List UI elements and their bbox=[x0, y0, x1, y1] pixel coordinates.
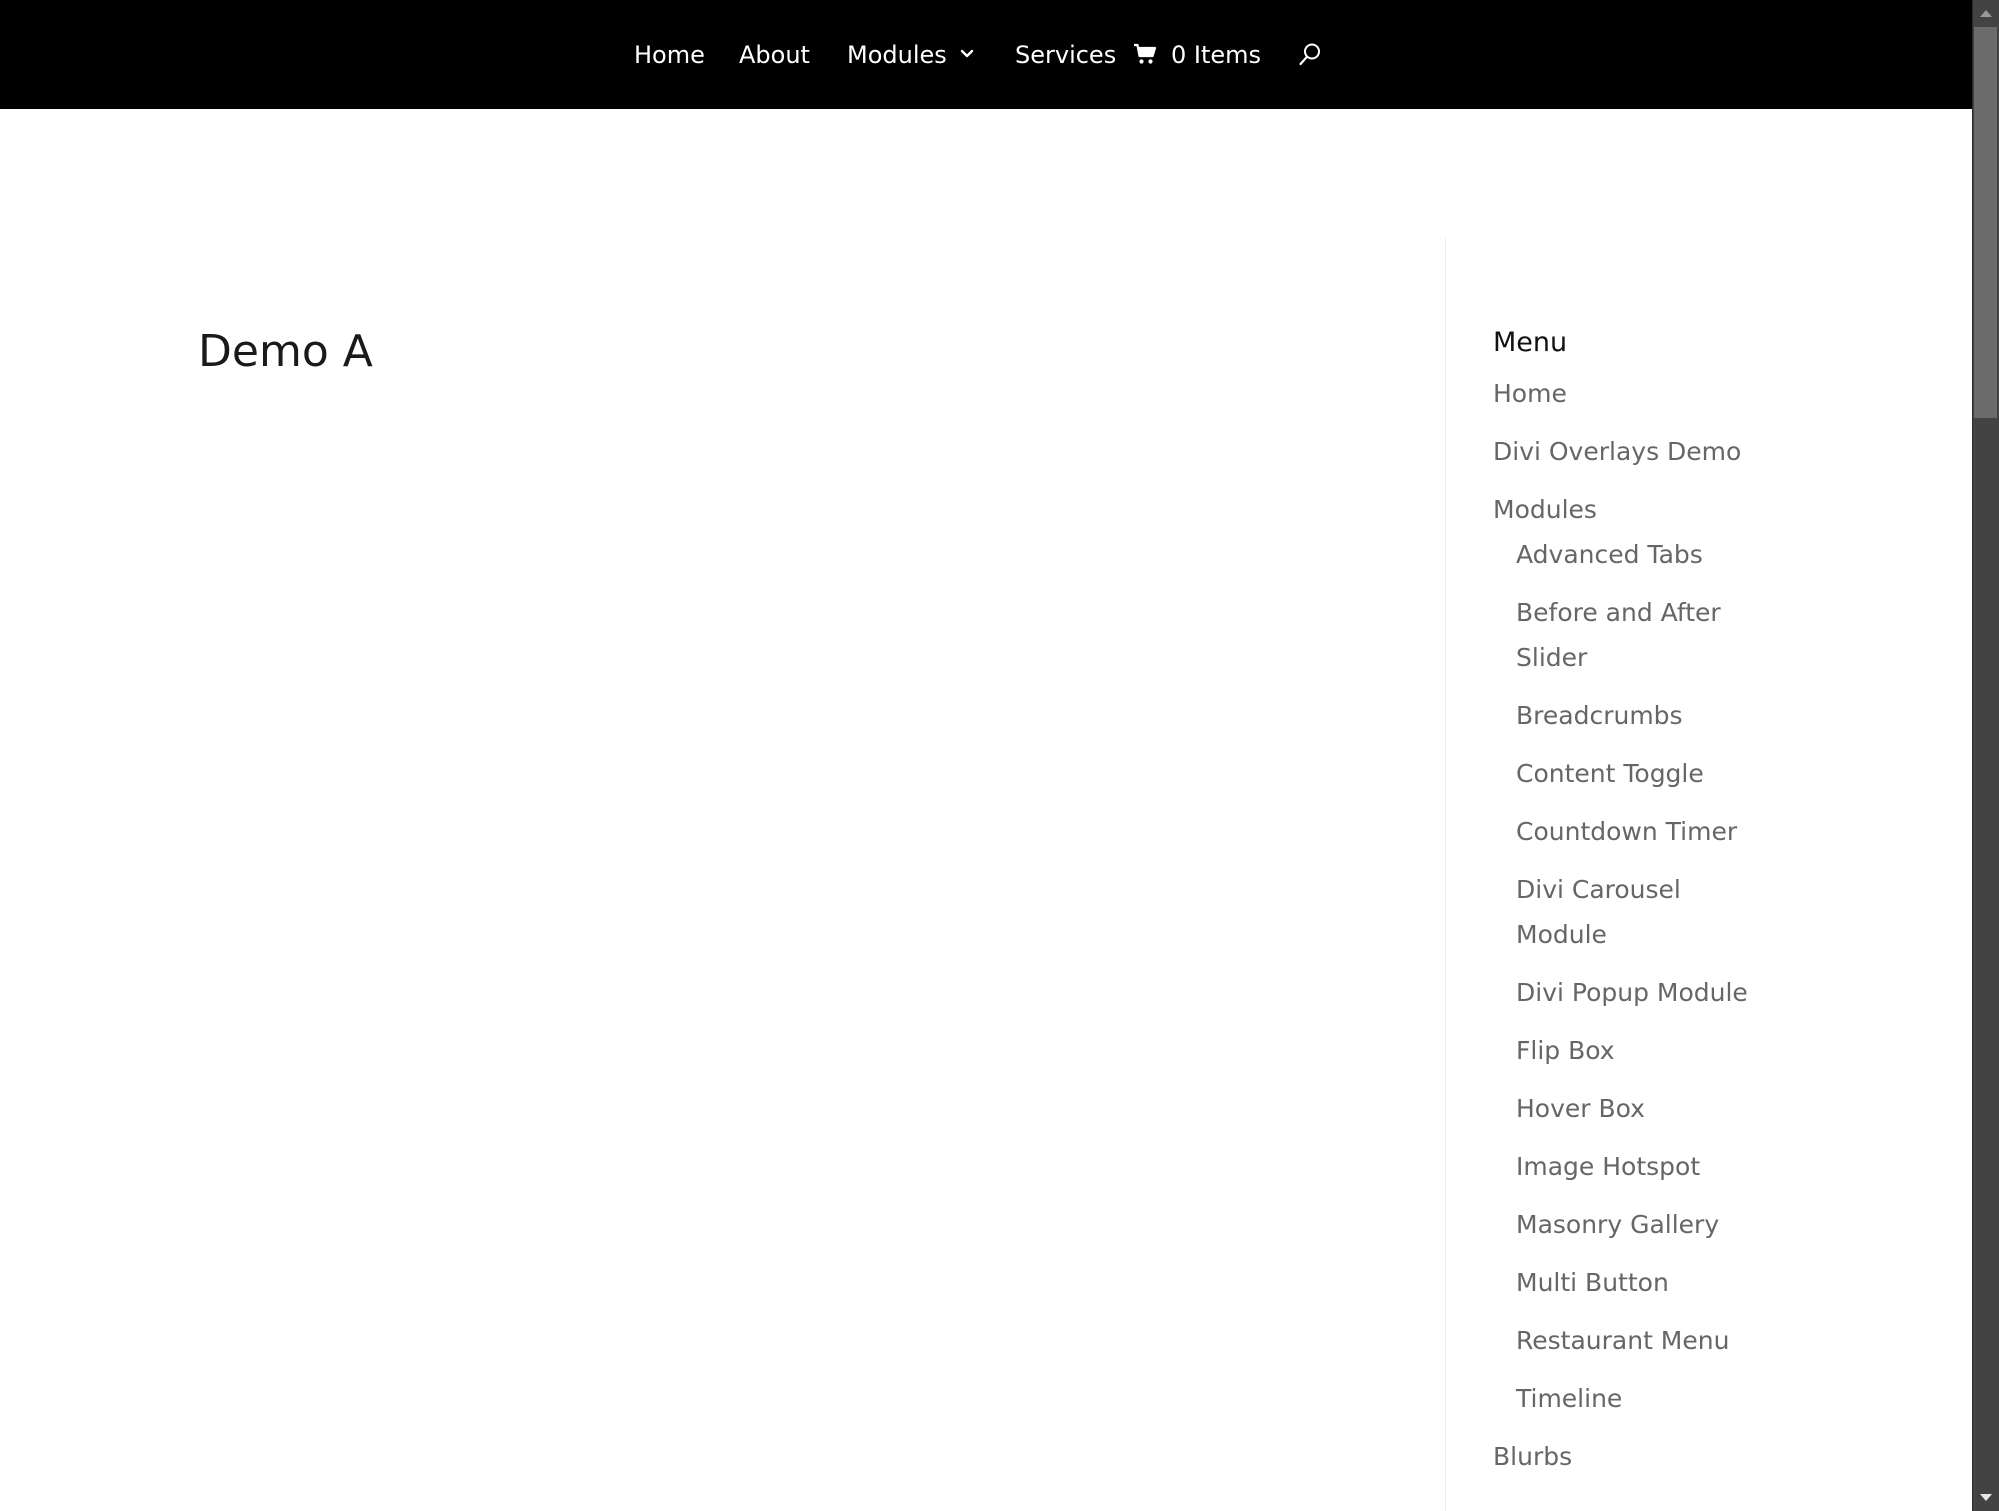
sidebar-link-flip-box[interactable]: Flip Box bbox=[1516, 1028, 1766, 1086]
sidebar-menu: Home Divi Overlays Demo Modules Advanced… bbox=[1493, 371, 1933, 1492]
sidebar-link-divi-carousel-module[interactable]: Divi Carousel Module bbox=[1516, 867, 1766, 970]
sidebar-link-hover-box[interactable]: Hover Box bbox=[1516, 1086, 1766, 1144]
main-navigation: Home About Modules Services 0 Items bbox=[0, 0, 1972, 109]
submenu-item: Masonry Gallery bbox=[1516, 1202, 1766, 1260]
site-header: Home About Modules Services 0 Items bbox=[0, 0, 1972, 109]
sidebar-link-blurbs[interactable]: Blurbs bbox=[1493, 1434, 1933, 1492]
submenu-item: Content Toggle bbox=[1516, 751, 1766, 809]
cart-items-link[interactable]: 0 Items bbox=[1171, 38, 1261, 72]
sidebar-link-advanced-tabs[interactable]: Advanced Tabs bbox=[1516, 532, 1766, 590]
sidebar-item-blurbs: Blurbs bbox=[1493, 1434, 1933, 1492]
sidebar: Menu Home Divi Overlays Demo Modules Adv… bbox=[1493, 320, 1933, 1492]
search-icon[interactable] bbox=[1298, 42, 1322, 66]
submenu-item: Image Hotspot bbox=[1516, 1144, 1766, 1202]
nav-link-home[interactable]: Home bbox=[634, 38, 705, 72]
scrollbar-thumb[interactable] bbox=[1974, 27, 1997, 418]
scroll-down-arrow-icon[interactable] bbox=[1973, 1485, 1999, 1511]
cart-icon[interactable] bbox=[1133, 42, 1157, 66]
sidebar-divider bbox=[1445, 238, 1446, 1511]
chevron-down-icon[interactable] bbox=[960, 47, 974, 61]
submenu-item: Breadcrumbs bbox=[1516, 693, 1766, 751]
sidebar-link-countdown-timer[interactable]: Countdown Timer bbox=[1516, 809, 1766, 867]
sidebar-link-multi-button[interactable]: Multi Button bbox=[1516, 1260, 1766, 1318]
nav-link-services[interactable]: Services bbox=[1015, 38, 1116, 72]
submenu-item: Countdown Timer bbox=[1516, 809, 1766, 867]
sidebar-link-breadcrumbs[interactable]: Breadcrumbs bbox=[1516, 693, 1766, 751]
sidebar-link-masonry-gallery[interactable]: Masonry Gallery bbox=[1516, 1202, 1766, 1260]
sidebar-item-modules: Modules Advanced Tabs Before and After S… bbox=[1493, 487, 1933, 1434]
submenu-item: Hover Box bbox=[1516, 1086, 1766, 1144]
submenu-item: Before and After Slider bbox=[1516, 590, 1766, 693]
sidebar-link-divi-overlays-demo[interactable]: Divi Overlays Demo bbox=[1493, 429, 1933, 487]
submenu-item: Flip Box bbox=[1516, 1028, 1766, 1086]
browser-page: Home About Modules Services 0 Items Demo… bbox=[0, 0, 1999, 1511]
nav-link-about[interactable]: About bbox=[739, 38, 810, 72]
modules-submenu: Advanced Tabs Before and After Slider Br… bbox=[1493, 532, 1766, 1434]
submenu-item: Divi Carousel Module bbox=[1516, 867, 1766, 970]
sidebar-link-timeline[interactable]: Timeline bbox=[1516, 1376, 1766, 1434]
page-title: Demo A bbox=[198, 326, 373, 377]
sidebar-item-home: Home bbox=[1493, 371, 1933, 429]
vertical-scrollbar[interactable] bbox=[1972, 0, 1999, 1511]
nav-link-modules[interactable]: Modules bbox=[847, 38, 947, 72]
sidebar-item-divi-overlays-demo: Divi Overlays Demo bbox=[1493, 429, 1933, 487]
submenu-item: Timeline bbox=[1516, 1376, 1766, 1434]
sidebar-link-image-hotspot[interactable]: Image Hotspot bbox=[1516, 1144, 1766, 1202]
menu-widget-title: Menu bbox=[1493, 327, 1568, 358]
scroll-up-arrow-icon[interactable] bbox=[1973, 0, 1999, 26]
sidebar-link-restaurant-menu[interactable]: Restaurant Menu bbox=[1516, 1318, 1766, 1376]
page-viewport: Home About Modules Services 0 Items Demo… bbox=[0, 0, 1972, 1511]
submenu-item: Advanced Tabs bbox=[1516, 532, 1766, 590]
sidebar-link-before-and-after-slider[interactable]: Before and After Slider bbox=[1516, 590, 1766, 693]
submenu-item: Divi Popup Module bbox=[1516, 970, 1766, 1028]
sidebar-link-divi-popup-module[interactable]: Divi Popup Module bbox=[1516, 970, 1766, 1028]
sidebar-link-content-toggle[interactable]: Content Toggle bbox=[1516, 751, 1766, 809]
sidebar-link-home[interactable]: Home bbox=[1493, 371, 1933, 429]
sidebar-link-modules[interactable]: Modules bbox=[1493, 487, 1933, 532]
submenu-item: Restaurant Menu bbox=[1516, 1318, 1766, 1376]
submenu-item: Multi Button bbox=[1516, 1260, 1766, 1318]
